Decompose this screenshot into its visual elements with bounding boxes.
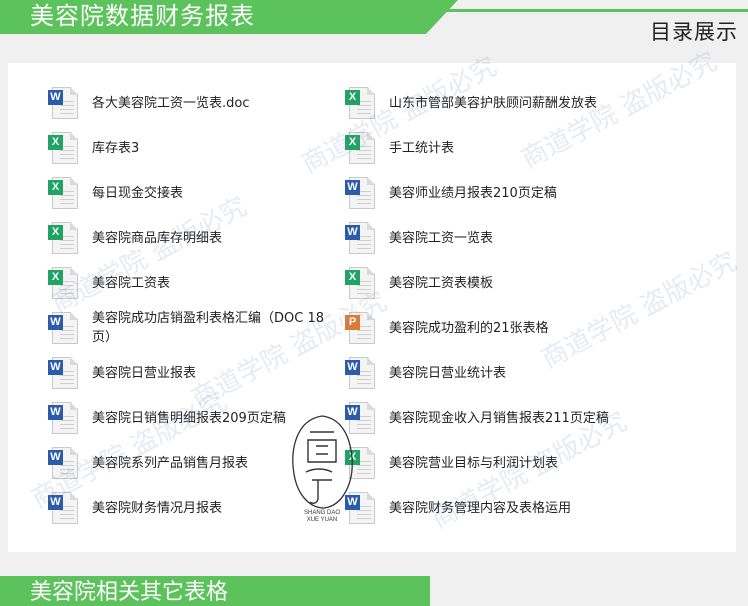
header-divider <box>428 9 748 12</box>
word-file-icon: W <box>48 402 78 434</box>
file-item[interactable]: X 手工统计表 <box>345 128 455 168</box>
excel-file-icon: X <box>48 132 78 164</box>
toc-label: 目录展示 <box>650 20 738 44</box>
file-name: 山东市管部美容护肤顾问薪酬发放表 <box>389 95 598 111</box>
file-name: 手工统计表 <box>389 140 455 156</box>
file-name: 美容院日营业报表 <box>92 365 197 381</box>
file-name: 美容师业绩月报表210页定稿 <box>389 185 557 201</box>
file-item[interactable]: W 美容师业绩月报表210页定稿 <box>345 173 557 213</box>
word-file-icon: W <box>345 222 375 254</box>
excel-file-icon: X <box>48 267 78 299</box>
excel-file-icon: X <box>345 132 375 164</box>
file-name: 美容院商品库存明细表 <box>92 230 223 246</box>
file-item[interactable]: W 美容院日营业统计表 <box>345 353 507 393</box>
file-name: 美容院成功店销盈利表格汇编（DOC 18页） <box>92 311 324 345</box>
file-name: 美容院工资表模板 <box>389 275 494 291</box>
file-item[interactable]: W 美容院日营业报表 <box>48 353 197 393</box>
page-title: 美容院数据财务报表 <box>30 2 255 30</box>
file-name: 各大美容院工资一览表.doc <box>92 95 250 111</box>
excel-file-icon: X <box>345 267 375 299</box>
file-item[interactable]: X 每日现金交接表 <box>48 173 184 213</box>
file-item[interactable]: W 美容院财务管理内容及表格运用 <box>345 488 572 528</box>
word-file-icon: W <box>48 447 78 479</box>
word-file-icon: W <box>48 87 78 119</box>
file-item[interactable]: W 美容院现金收入月销售报表211页定稿 <box>345 398 609 438</box>
word-file-icon: W <box>345 177 375 209</box>
ppt-file-icon: P <box>345 312 375 344</box>
file-item[interactable]: W 美容院日销售明细报表209页定稿 <box>48 398 286 438</box>
file-name: 美容院日销售明细报表209页定稿 <box>92 410 286 426</box>
file-name: 美容院财务情况月报表 <box>92 500 223 516</box>
file-item[interactable]: W 美容院财务情况月报表 <box>48 488 223 528</box>
file-name: 美容院现金收入月销售报表211页定稿 <box>389 410 609 426</box>
file-item[interactable]: X 库存表3 <box>48 128 140 168</box>
file-name: 美容院工资表 <box>92 275 171 291</box>
file-list-panel: W 各大美容院工资一览表.doc X 山东市管部美容护肤顾问薪酬发放表 X 库存表3 X 手工… <box>8 63 736 552</box>
file-name: 美容院工资一览表 <box>389 230 494 246</box>
file-item[interactable]: W 美容院工资一览表 <box>345 218 494 258</box>
file-item[interactable]: W 美容院系列产品销售月报表 <box>48 443 249 483</box>
word-file-icon: W <box>345 492 375 524</box>
word-file-icon: W <box>345 357 375 389</box>
word-file-icon: W <box>345 402 375 434</box>
file-name: 美容院系列产品销售月报表 <box>92 455 249 471</box>
file-item[interactable]: W 各大美容院工资一览表.doc <box>48 83 250 123</box>
excel-file-icon: X <box>345 87 375 119</box>
section-banner: 美容院相关其它表格 <box>0 576 430 606</box>
header-banner: 美容院数据财务报表 <box>0 0 458 34</box>
file-name: 美容院日营业统计表 <box>389 365 507 381</box>
excel-file-icon: X <box>48 177 78 209</box>
word-file-icon: W <box>48 312 78 344</box>
file-item[interactable]: X 美容院工资表模板 <box>345 263 494 303</box>
file-name: 美容院营业目标与利润计划表 <box>389 455 559 471</box>
file-item[interactable]: X 美容院工资表 <box>48 263 171 303</box>
word-file-icon: W <box>48 357 78 389</box>
file-name: 美容院财务管理内容及表格运用 <box>389 500 572 516</box>
file-item[interactable]: P 美容院成功盈利的21张表格 <box>345 308 549 348</box>
file-name: 每日现金交接表 <box>92 185 184 201</box>
file-item[interactable]: X 美容院营业目标与利润计划表 <box>345 443 559 483</box>
section-title: 美容院相关其它表格 <box>30 580 229 605</box>
file-item[interactable]: W 美容院成功店销盈利表格汇编（DOC 18页） <box>48 308 342 348</box>
file-name: 美容院成功盈利的21张表格 <box>389 320 549 336</box>
word-file-icon: W <box>48 492 78 524</box>
excel-file-icon: X <box>48 222 78 254</box>
file-name: 库存表3 <box>92 140 140 156</box>
excel-file-icon: X <box>345 447 375 479</box>
file-item[interactable]: X 山东市管部美容护肤顾问薪酬发放表 <box>345 83 598 123</box>
file-item[interactable]: X 美容院商品库存明细表 <box>48 218 223 258</box>
